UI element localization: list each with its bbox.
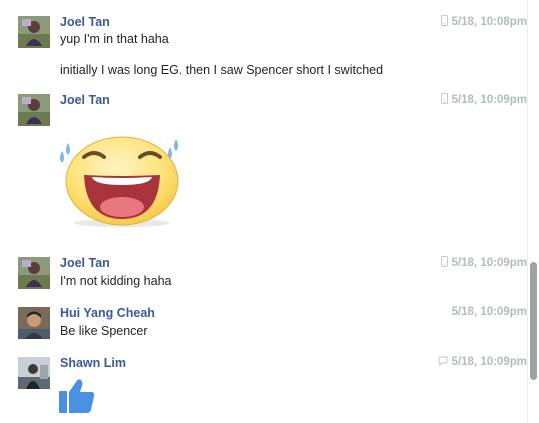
mobile-phone-icon [440,15,448,29]
mobile-phone-icon [440,256,448,270]
timestamp-text: 5/18, 10:09pm [451,306,527,318]
message-text: yup I'm in that haha [60,32,169,46]
message-text: initially I was long EG. then I saw Spen… [60,63,384,77]
message-text: Be like Spencer [60,324,148,338]
timestamp: 5/18, 10:09pm [440,93,527,107]
message-group: Joel Tan 5/18, 10:08pm yup I'm in that h… [0,15,527,85]
message-thread: Joel Tan 5/18, 10:08pm yup I'm in that h… [0,0,527,423]
avatar[interactable] [18,16,50,48]
sender-name[interactable]: Joel Tan [60,15,110,29]
sender-name[interactable]: Joel Tan [60,256,110,270]
profile-photo-joel-tan [18,94,50,126]
timestamp: 5/18, 10:08pm [440,15,527,29]
message-group: Hui Yang Cheah 5/18, 10:09pm Be like Spe… [0,306,527,346]
timestamp-text: 5/18, 10:08pm [451,16,527,28]
message-group: Joel Tan 5/18, 10:09pm [0,93,527,233]
message-group: Shawn Lim 5/18, 10:09pm [0,356,527,423]
thumbs-up-like-icon[interactable] [58,376,98,419]
scrollbar-thumb[interactable] [530,262,537,380]
profile-photo-joel-tan [18,257,50,289]
sender-name[interactable]: Shawn Lim [60,356,126,370]
profile-photo-hui-yang-cheah [18,307,50,339]
avatar[interactable] [18,307,50,339]
message-text: I'm not kidding haha [60,274,172,288]
chat-bubble-icon [438,356,448,369]
laughing-tears-sticker[interactable] [58,127,188,230]
timestamp-text: 5/18, 10:09pm [451,356,527,368]
sender-name[interactable]: Joel Tan [60,93,110,107]
sender-name[interactable]: Hui Yang Cheah [60,306,155,320]
mobile-phone-icon [440,93,448,107]
avatar[interactable] [18,257,50,289]
timestamp: 5/18, 10:09pm [440,256,527,270]
timestamp: 5/18, 10:09pm [452,306,527,318]
profile-photo-joel-tan [18,16,50,48]
avatar[interactable] [18,357,50,389]
message-group: Joel Tan 5/18, 10:09pm I'm not kidding h… [0,256,527,296]
timestamp-text: 5/18, 10:09pm [451,257,527,269]
timestamp: 5/18, 10:09pm [438,356,527,369]
timestamp-text: 5/18, 10:09pm [451,94,527,106]
profile-photo-shawn-lim [18,357,50,389]
avatar[interactable] [18,94,50,126]
